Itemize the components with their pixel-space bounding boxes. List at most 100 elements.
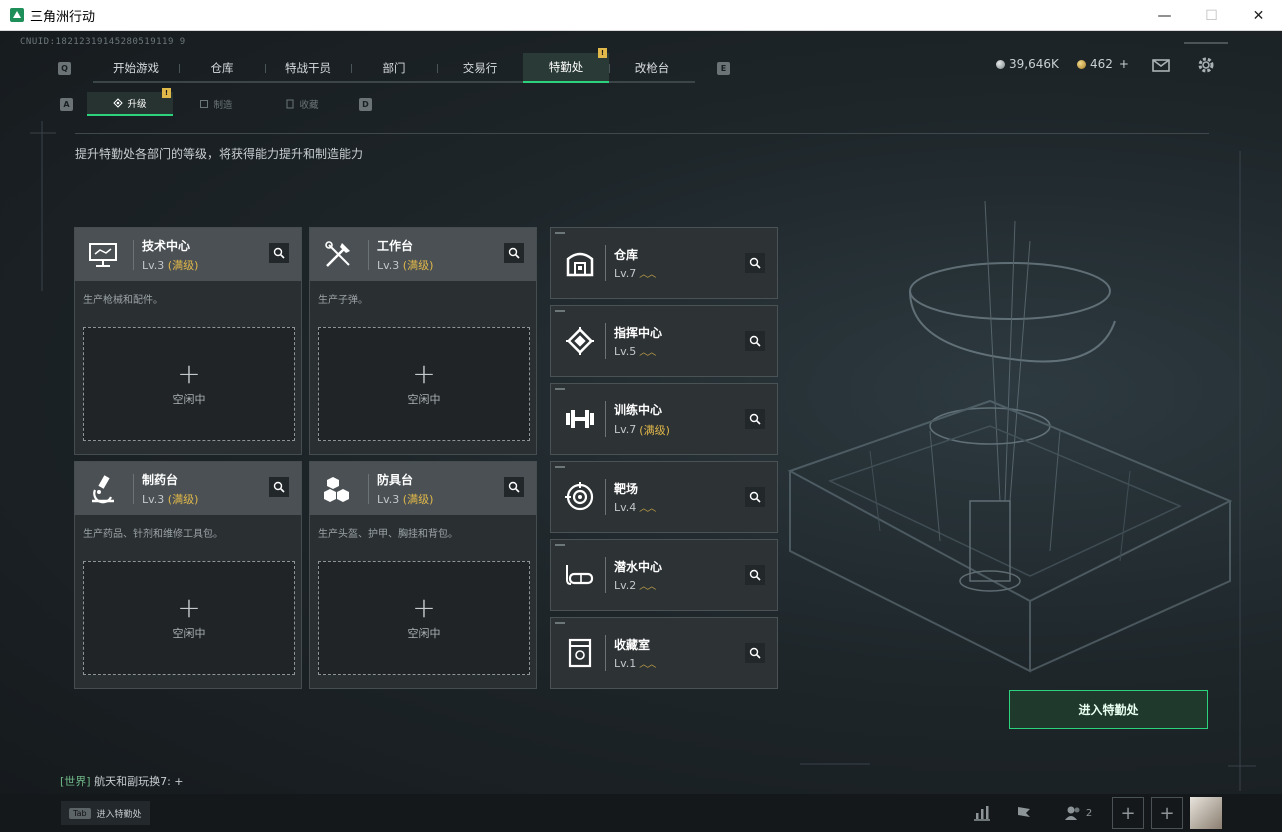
production-card-workbench: 工作台 Lv.3 (满级) 生产子弹。 + 空闲中	[309, 227, 537, 455]
magnifier-icon	[749, 335, 761, 347]
base-wireframe-illustration	[787, 201, 1233, 673]
computer-icon	[81, 233, 125, 277]
inspect-button[interactable]	[504, 243, 524, 263]
invite-slot-button[interactable]: +	[1112, 797, 1144, 829]
window-titlebar: 三角洲行动 — ☐ ✕	[0, 0, 1282, 31]
level-value: Lv.3	[377, 492, 400, 506]
tab-trading[interactable]: 交易行	[437, 53, 523, 83]
subtab-upgrade[interactable]: 升级 !	[87, 88, 173, 116]
max-level-tag: (满级)	[402, 492, 434, 506]
enter-special-ops-button[interactable]: 进入特勤处	[1009, 690, 1208, 729]
cubes-icon	[316, 467, 360, 511]
production-card-tech-center: 技术中心 Lv.3 (满级) 生产枪械和配件。 + 空闲中	[74, 227, 302, 455]
upgrade-arrows-icon: ︿︿	[639, 348, 656, 358]
player-uid: CNUID:18212319145280519119 9	[20, 37, 186, 47]
inspect-button[interactable]	[745, 253, 765, 273]
stats-chart-icon[interactable]	[966, 797, 998, 829]
subtab-label: 制造	[213, 100, 233, 111]
facility-card-collection-room[interactable]: 收藏室 Lv.1 ︿︿	[550, 617, 778, 689]
inspect-button[interactable]	[504, 477, 524, 497]
inspect-button[interactable]	[745, 487, 765, 507]
tab-start-game[interactable]: 开始游戏	[93, 53, 179, 83]
page-description: 提升特勤处各部门的等级，将获得能力提升和制造能力	[75, 147, 364, 161]
magnifier-icon	[749, 569, 761, 581]
collection-icon	[286, 99, 294, 109]
magnifier-icon	[508, 247, 520, 259]
magnifier-icon	[749, 413, 761, 425]
flag-icon[interactable]	[1008, 797, 1040, 829]
chat-line[interactable]: [世界] 航天和副玩换7: +	[60, 773, 184, 789]
inspect-button[interactable]	[745, 409, 765, 429]
subtab-label: 收藏	[299, 100, 319, 111]
tab-operators[interactable]: 特战干员	[265, 53, 351, 83]
tab-special-ops[interactable]: 特勤处 !	[523, 48, 609, 83]
production-slot[interactable]: + 空闲中	[83, 327, 295, 441]
command-center-icon	[555, 316, 605, 366]
facility-level: Lv.7 ︿︿	[614, 267, 656, 280]
notification-badge: !	[598, 48, 607, 58]
level-value: Lv.4	[614, 501, 637, 514]
facility-card-command-center[interactable]: 指挥中心 Lv.5 ︿︿	[550, 305, 778, 377]
production-card-armor: 防具台 Lv.3 (满级) 生产头盔、护甲、胸挂和背包。 + 空闲中	[309, 461, 537, 689]
close-button[interactable]: ✕	[1235, 0, 1282, 31]
card-header: 防具台 Lv.3 (满级)	[310, 462, 536, 515]
max-level-tag: (满级)	[167, 492, 199, 506]
tab-department[interactable]: 部门	[351, 53, 437, 83]
facility-card-diving-center[interactable]: 潜水中心 Lv.2 ︿︿	[550, 539, 778, 611]
production-slot[interactable]: + 空闲中	[318, 561, 530, 675]
notification-badge: !	[162, 88, 171, 98]
chat-channel: [世界]	[60, 775, 91, 788]
invite-slot-button[interactable]: +	[1151, 797, 1183, 829]
subtab-craft[interactable]: 制造	[173, 92, 259, 116]
collection-cabinet-icon	[555, 628, 605, 678]
level-value: Lv.3	[377, 258, 400, 272]
card-title: 工作台	[377, 238, 414, 253]
magnifier-icon	[508, 481, 520, 493]
inspect-button[interactable]	[745, 331, 765, 351]
player-avatar[interactable]	[1190, 797, 1222, 829]
tab-label: 交易行	[462, 61, 498, 75]
upgrade-icon	[113, 98, 124, 108]
maximize-button[interactable]: ☐	[1188, 0, 1235, 31]
tab-warehouse[interactable]: 仓库	[179, 53, 265, 83]
inspect-button[interactable]	[269, 243, 289, 263]
card-separator	[605, 635, 606, 671]
production-slot[interactable]: + 空闲中	[83, 561, 295, 675]
subtab-collection[interactable]: 收藏	[259, 92, 345, 116]
card-description: 生产头盔、护甲、胸挂和背包。	[318, 529, 458, 540]
add-gold-button[interactable]: +	[1119, 57, 1129, 71]
slot-status: 空闲中	[172, 393, 206, 406]
slot-status: 空闲中	[172, 627, 206, 640]
inspect-button[interactable]	[745, 643, 765, 663]
inspect-button[interactable]	[745, 565, 765, 585]
tab-shortcut-hint[interactable]: Tab 进入特勤处	[61, 801, 150, 825]
corner-tick	[555, 544, 565, 546]
window-title: 三角洲行动	[30, 9, 96, 25]
facility-level: Lv.4 ︿︿	[614, 501, 656, 514]
header-separator	[368, 239, 369, 270]
gold-currency[interactable]: 462 +	[1077, 57, 1129, 71]
minimize-button[interactable]: —	[1141, 0, 1188, 31]
facility-name: 指挥中心	[614, 326, 663, 340]
tab-gunsmith[interactable]: 改枪台	[609, 53, 695, 83]
inspect-button[interactable]	[269, 477, 289, 497]
facility-card-warehouse[interactable]: 仓库 Lv.7 ︿︿	[550, 227, 778, 299]
tab-label: 特勤处	[548, 60, 584, 74]
key-hint-a: A	[60, 97, 73, 111]
facility-card-training-center[interactable]: 训练中心 Lv.7 (满级)	[550, 383, 778, 455]
card-description: 生产药品、针剂和维修工具包。	[83, 529, 223, 540]
production-slot[interactable]: + 空闲中	[318, 327, 530, 441]
facility-card-shooting-range[interactable]: 靶场 Lv.4 ︿︿	[550, 461, 778, 533]
card-title: 技术中心	[142, 238, 191, 253]
corner-tick	[555, 466, 565, 468]
mail-icon[interactable]	[1151, 55, 1171, 75]
friends-button[interactable]: 2	[1058, 797, 1098, 829]
settings-gear-icon[interactable]	[1196, 55, 1216, 75]
magnifier-icon	[749, 257, 761, 269]
card-description: 生产枪械和配件。	[83, 295, 163, 306]
plus-icon: +	[177, 357, 201, 390]
key-hint-q: Q	[58, 61, 71, 75]
tab-label: 仓库	[210, 61, 234, 75]
section-divider	[75, 133, 1209, 134]
corner-tick	[555, 388, 565, 390]
